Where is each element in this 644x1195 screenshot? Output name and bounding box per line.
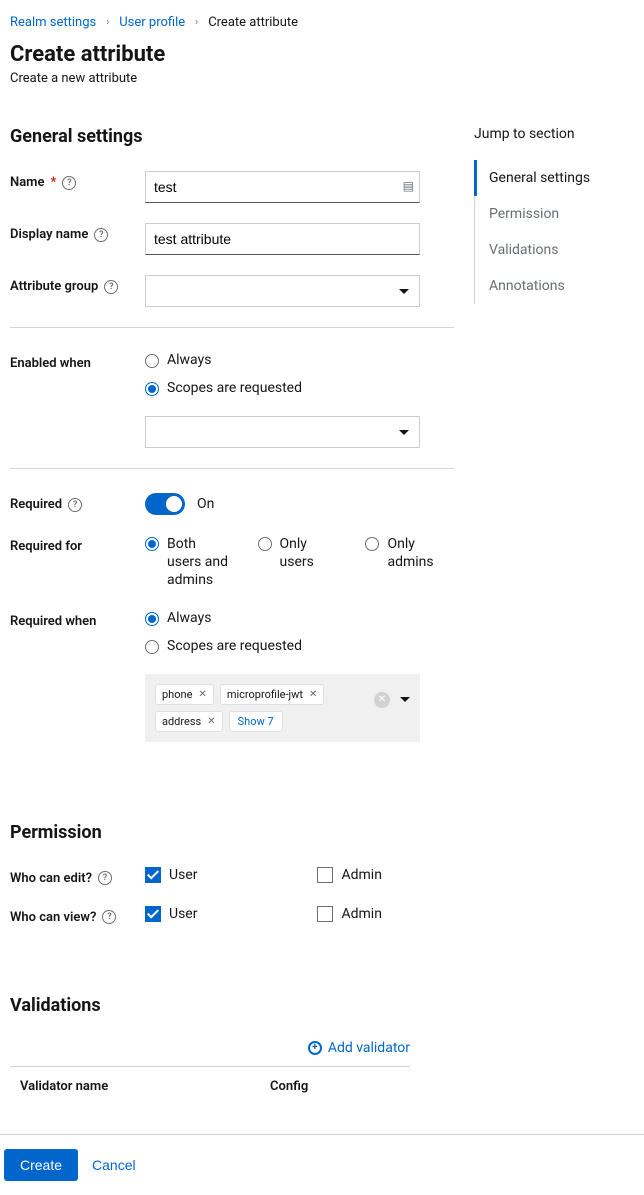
jump-link-validations[interactable]: Validations: [475, 232, 634, 268]
chip-microprofile-jwt: microprofile-jwt ✕: [220, 684, 325, 705]
help-icon[interactable]: ?: [104, 280, 118, 294]
enabled-scopes-select[interactable]: [145, 416, 420, 448]
validators-table: Validator name Config: [10, 1066, 410, 1106]
required-toggle[interactable]: [145, 493, 185, 515]
checkbox-view-admin[interactable]: Admin: [317, 906, 381, 922]
checkbox-edit-admin[interactable]: Admin: [317, 867, 381, 883]
radio-required-for-users[interactable]: Only users: [258, 535, 342, 590]
page-subtitle: Create a new attribute: [10, 71, 634, 86]
breadcrumb-current: Create attribute: [208, 15, 298, 30]
radio-required-when-scopes[interactable]: Scopes are requested: [145, 638, 454, 654]
column-config: Config: [270, 1079, 308, 1094]
toggle-state-label: On: [197, 496, 214, 512]
close-icon[interactable]: ✕: [207, 716, 215, 727]
scopes-multiselect[interactable]: phone ✕ microprofile-jwt ✕ address ✕: [145, 674, 420, 742]
column-validator-name: Validator name: [20, 1079, 270, 1094]
required-asterisk: *: [50, 175, 56, 190]
label-attribute-group: Attribute group ?: [10, 275, 145, 294]
label-name: Name * ?: [10, 171, 145, 190]
breadcrumb: Realm settings › User profile › Create a…: [10, 10, 634, 30]
display-name-input[interactable]: [145, 223, 420, 255]
radio-required-for-both[interactable]: Both users and admins: [145, 535, 234, 590]
help-icon[interactable]: ?: [98, 871, 112, 885]
jump-to-section-title: Jump to section: [474, 126, 634, 142]
chip-phone: phone ✕: [155, 684, 214, 705]
close-icon[interactable]: ✕: [309, 689, 317, 700]
caret-down-icon: [399, 289, 409, 294]
help-icon[interactable]: ?: [102, 910, 116, 924]
radio-required-when-always[interactable]: Always: [145, 610, 454, 626]
label-display-name: Display name ?: [10, 223, 145, 242]
label-required-when: Required when: [10, 610, 145, 629]
jump-link-annotations[interactable]: Annotations: [475, 268, 634, 304]
chip-address: address ✕: [155, 711, 223, 732]
attribute-group-select[interactable]: [145, 275, 420, 307]
checkbox-view-user[interactable]: User: [145, 906, 197, 922]
form-input-icon: ▤: [403, 179, 414, 193]
caret-down-icon: [399, 430, 409, 435]
help-icon[interactable]: ?: [68, 498, 82, 512]
radio-required-for-admins[interactable]: Only admins: [365, 535, 454, 590]
label-required: Required ?: [10, 493, 145, 512]
jump-link-permission[interactable]: Permission: [475, 196, 634, 232]
plus-circle-icon: +: [308, 1041, 322, 1055]
label-who-can-view: Who can view? ?: [10, 906, 145, 925]
add-validator-button[interactable]: + Add validator: [308, 1040, 410, 1056]
label-enabled-when: Enabled when: [10, 352, 145, 371]
breadcrumb-realm-settings[interactable]: Realm settings: [10, 15, 96, 30]
radio-enabled-scopes[interactable]: Scopes are requested: [145, 380, 454, 396]
page-title: Create attribute: [10, 42, 634, 67]
create-button[interactable]: Create: [4, 1149, 78, 1181]
radio-enabled-always[interactable]: Always: [145, 352, 454, 368]
section-permission: Permission: [10, 822, 454, 843]
checkbox-edit-user[interactable]: User: [145, 867, 197, 883]
breadcrumb-user-profile[interactable]: User profile: [119, 15, 185, 30]
footer-actions: Create Cancel: [0, 1134, 644, 1195]
chevron-right-icon: ›: [195, 17, 198, 28]
jump-link-general-settings[interactable]: General settings: [474, 160, 634, 196]
clear-all-icon[interactable]: ✕: [374, 692, 390, 708]
label-who-can-edit: Who can edit? ?: [10, 867, 145, 886]
chevron-right-icon: ›: [106, 17, 109, 28]
close-icon[interactable]: ✕: [198, 689, 206, 700]
name-input[interactable]: [145, 171, 420, 203]
caret-down-icon: [400, 697, 410, 702]
help-icon[interactable]: ?: [94, 228, 108, 242]
show-more-button[interactable]: Show 7: [229, 711, 283, 732]
help-icon[interactable]: ?: [62, 176, 76, 190]
cancel-button[interactable]: Cancel: [92, 1157, 136, 1173]
jump-nav: General settings Permission Validations …: [474, 160, 634, 304]
section-validations: Validations: [10, 995, 454, 1016]
label-required-for: Required for: [10, 535, 145, 554]
section-general-settings: General settings: [10, 126, 454, 147]
